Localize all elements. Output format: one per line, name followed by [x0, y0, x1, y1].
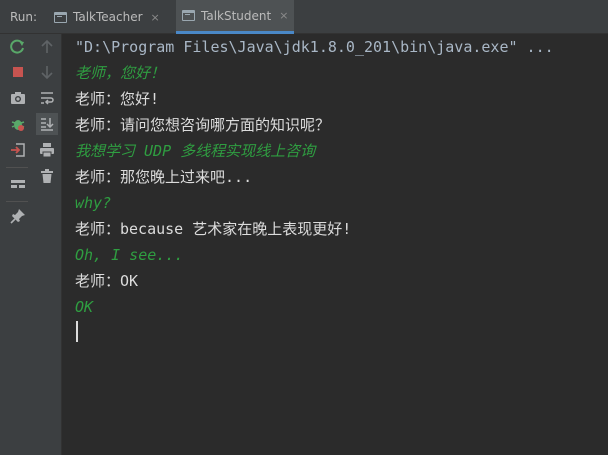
run-tab-bar: Run: TalkTeacher × TalkStudent × [0, 0, 608, 34]
console-line-output: 老师：请问您想咨询哪方面的知识呢？ [75, 116, 331, 134]
console-line-input: OK [75, 298, 94, 316]
debug-icon[interactable] [8, 114, 28, 134]
down-arrow-icon[interactable] [37, 62, 57, 82]
exit-icon[interactable] [8, 140, 28, 160]
close-icon[interactable]: × [151, 11, 160, 24]
console-output[interactable]: "D:\Program Files\Java\jdk1.8.0_201\bin\… [62, 34, 608, 455]
run-toolbar [0, 34, 62, 455]
tab-label: TalkStudent [201, 8, 272, 23]
toolbar-divider [6, 167, 28, 168]
print-icon[interactable] [37, 140, 57, 160]
run-label: Run: [10, 10, 38, 24]
console-tab-icon [54, 11, 67, 23]
console-line-command: "D:\Program Files\Java\jdk1.8.0_201\bin\… [75, 38, 554, 56]
console-line-output: 老师：您好! [75, 90, 160, 108]
camera-icon[interactable] [8, 88, 28, 108]
console-line-input: why? [75, 194, 112, 212]
console-line-output: 老师：because 艺术家在晚上表现更好! [75, 220, 352, 238]
run-tool-window: Run: TalkTeacher × TalkStudent × "D:\Pro… [0, 0, 608, 455]
pin-icon[interactable] [8, 206, 28, 226]
close-icon[interactable]: × [279, 9, 288, 22]
tab-talkstudent[interactable]: TalkStudent × [176, 0, 295, 34]
tab-label: TalkTeacher [73, 10, 143, 24]
stop-icon[interactable] [8, 62, 28, 82]
console-line-input: Oh, I see... [75, 246, 184, 264]
tab-talkteacher[interactable]: TalkTeacher × [48, 0, 166, 34]
console-tab-icon [182, 10, 195, 21]
console-line-output: 老师：那您晚上过来吧... [75, 168, 253, 186]
toolbar-divider [6, 201, 28, 202]
layout-icon[interactable] [8, 174, 28, 194]
trash-icon[interactable] [37, 166, 57, 186]
rerun-icon[interactable] [8, 37, 28, 57]
scroll-to-end-icon[interactable] [36, 113, 58, 135]
console-line-input: 我想学习 UDP 多线程实现线上咨询 [75, 142, 316, 160]
soft-wrap-icon[interactable] [37, 88, 57, 108]
up-arrow-icon[interactable] [37, 37, 57, 57]
console-line-output: 老师：OK [75, 272, 139, 290]
text-caret [76, 321, 78, 342]
console-line-input: 老师，您好！ [75, 64, 166, 82]
